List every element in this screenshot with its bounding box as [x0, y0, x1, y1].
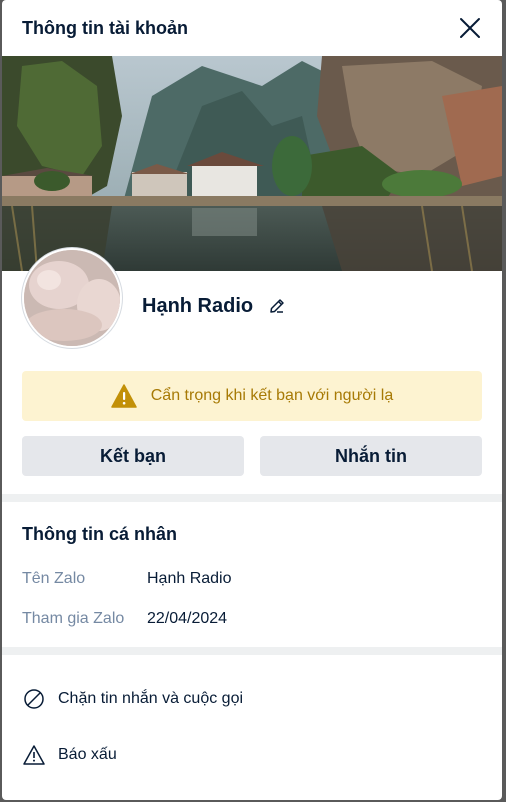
divider: [2, 494, 502, 502]
divider: [2, 647, 502, 655]
close-icon: [460, 18, 480, 38]
cover-photo[interactable]: [2, 56, 502, 271]
report-action-label: Báo xấu: [58, 746, 117, 763]
warning-triangle-icon: [111, 384, 137, 408]
edit-name-button[interactable]: [267, 296, 287, 316]
add-friend-button[interactable]: Kết bạn: [22, 436, 244, 476]
cover-landscape-image: [2, 56, 502, 271]
name-wrap: Hạnh Radio: [142, 295, 287, 318]
info-value: 22/04/2024: [147, 610, 228, 627]
block-messages-calls-action[interactable]: Chặn tin nhắn và cuộc gọi: [22, 687, 243, 711]
action-buttons: Kết bạn Nhắn tin: [22, 436, 482, 476]
report-action[interactable]: Báo xấu: [22, 743, 117, 767]
close-button[interactable]: [456, 14, 484, 42]
stranger-warning-banner: Cẩn trọng khi kết bạn với người lạ: [22, 371, 482, 421]
personal-info-title: Thông tin cá nhân: [22, 524, 177, 544]
block-action-label: Chặn tin nhắn và cuộc gọi: [58, 690, 244, 707]
info-row-join-date: Tham gia Zalo 22/04/2024: [22, 610, 227, 628]
warning-text: Cẩn trọng khi kết bạn với người lạ: [150, 387, 394, 404]
block-icon: [22, 687, 46, 711]
report-warning-icon: [22, 743, 46, 767]
profile-summary: Hạnh Radio: [22, 248, 287, 348]
profile-name: Hạnh Radio: [142, 294, 254, 317]
avatar[interactable]: [22, 248, 122, 348]
message-button[interactable]: Nhắn tin: [260, 436, 482, 476]
dialog-title: Thông tin tài khoản: [22, 17, 188, 38]
info-label: Tham gia Zalo: [22, 610, 125, 627]
pencil-icon: [270, 299, 284, 313]
info-value: Hạnh Radio: [147, 570, 232, 587]
account-info-dialog: Thông tin tài khoản Hạnh Radio Cẩn trọng…: [2, 0, 502, 800]
dialog-header: Thông tin tài khoản: [2, 0, 502, 56]
avatar-image: [24, 250, 120, 346]
info-label: Tên Zalo: [22, 570, 86, 587]
info-row-zalo-name: Tên Zalo Hạnh Radio: [22, 570, 232, 588]
